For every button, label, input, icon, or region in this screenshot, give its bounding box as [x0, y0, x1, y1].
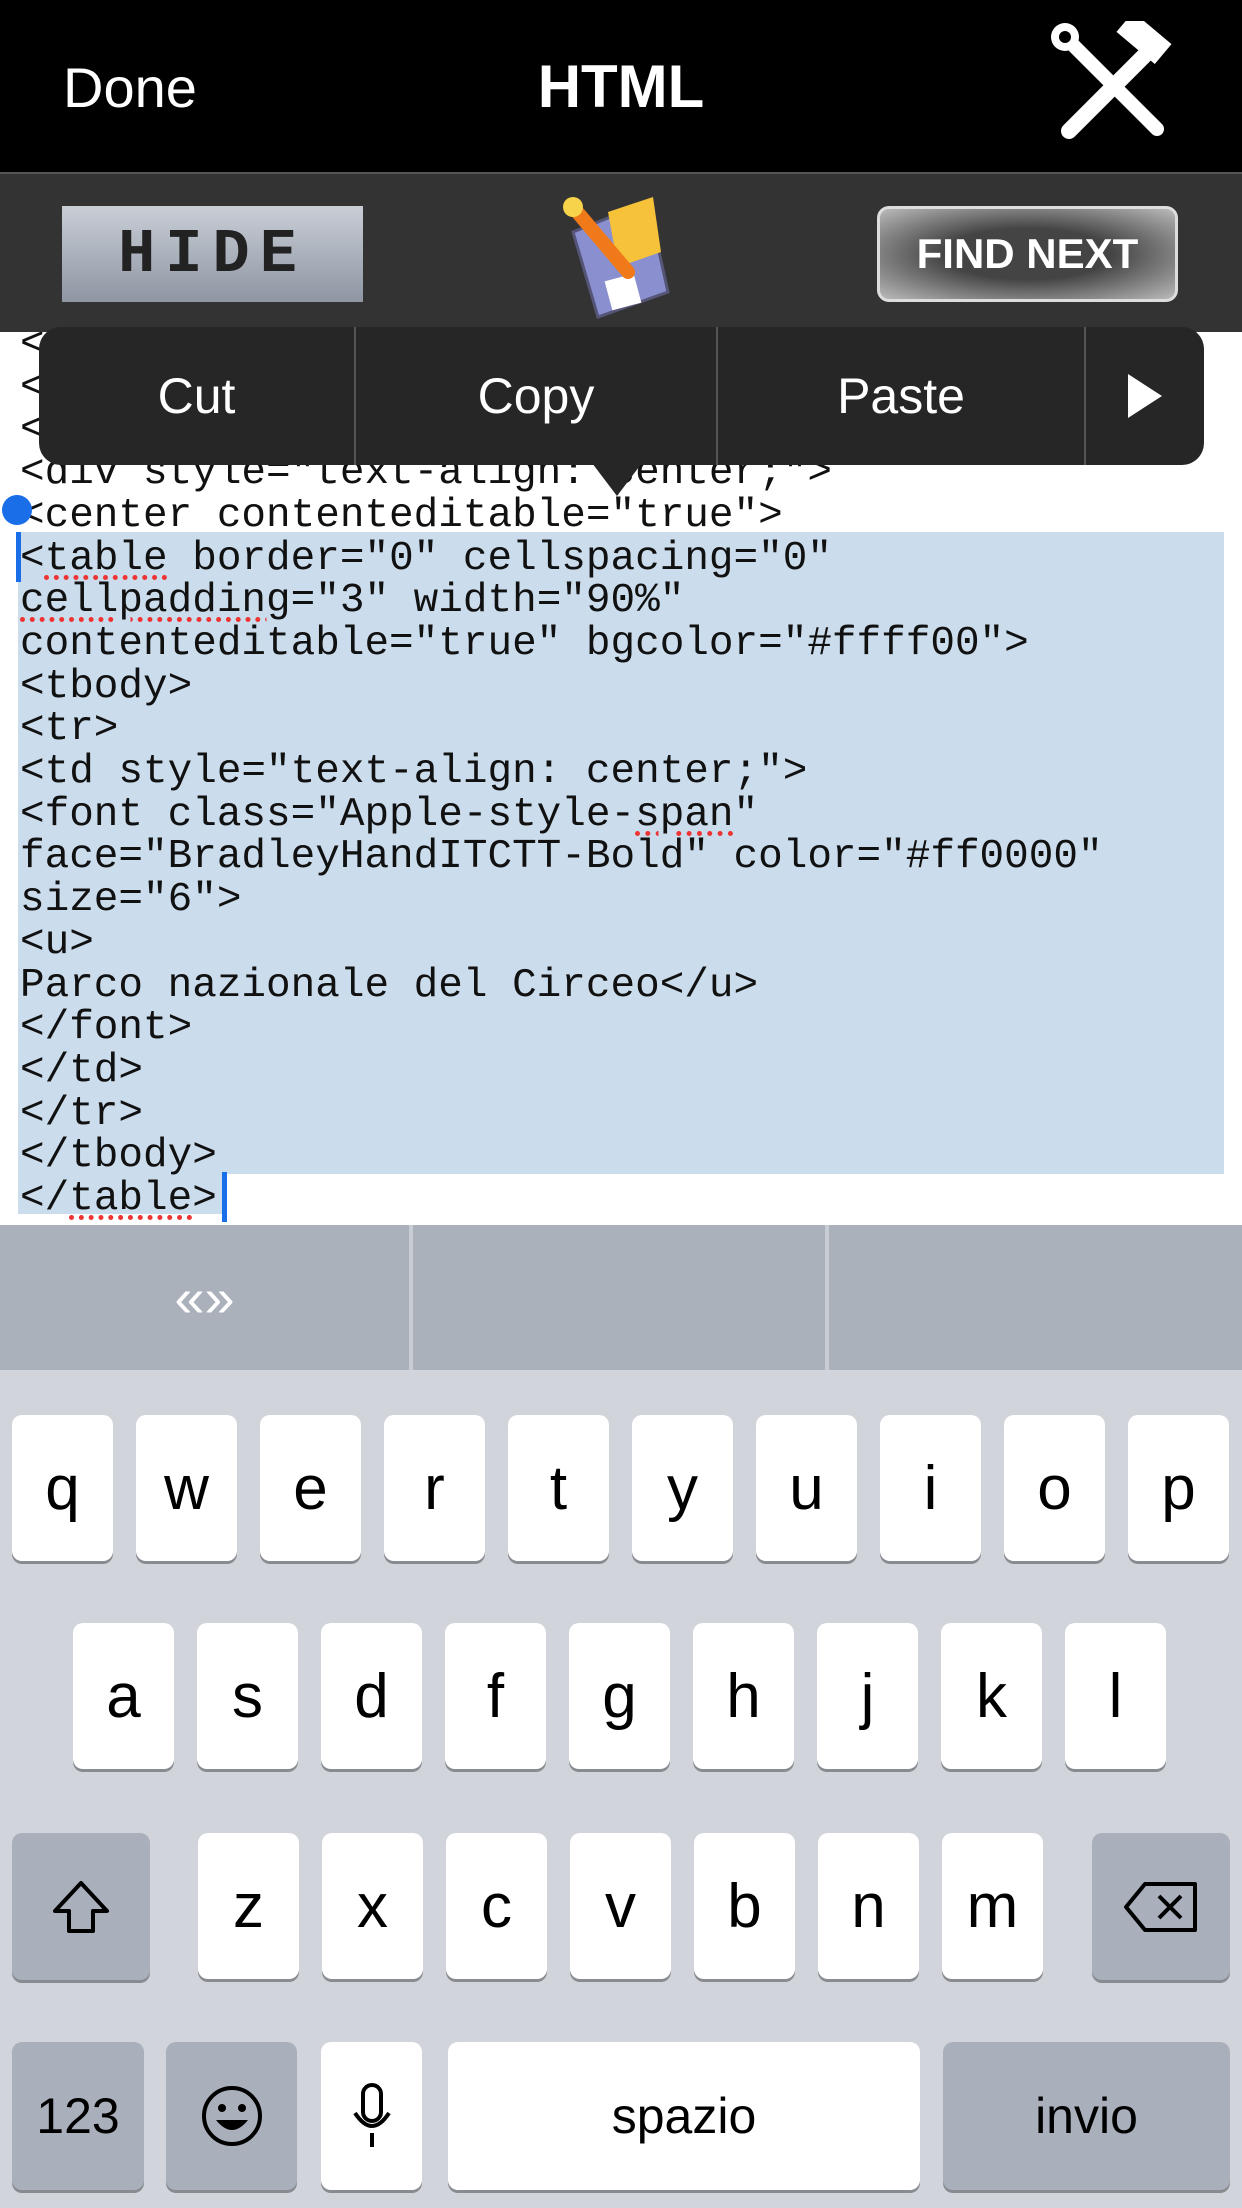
key-x[interactable]: x: [322, 1833, 423, 1979]
key-t[interactable]: t: [508, 1415, 609, 1561]
code-text: </: [20, 1176, 70, 1222]
key-v[interactable]: v: [570, 1833, 671, 1979]
hammer-wrench-icon[interactable]: [1049, 21, 1176, 141]
shift-arrow-icon: [53, 1880, 109, 1933]
find-next-button[interactable]: FIND NEXT: [877, 206, 1178, 302]
navigation-bar: Done HTML: [0, 0, 1242, 172]
code-line: </tbody>: [20, 1135, 217, 1178]
code-text: face="BradleyHandITCTT-Bold" color="#ff0…: [20, 834, 1103, 881]
edit-menu: Cut Copy Paste: [39, 327, 1204, 465]
code-text: </tr>: [20, 1090, 144, 1137]
toolbar: HIDE FIND NEXT: [0, 172, 1242, 332]
code-text: Parco nazionale del Circeo</u>: [20, 962, 759, 1009]
hide-keyboard-button[interactable]: HIDE: [62, 206, 363, 302]
backspace-icon: [1124, 1881, 1197, 1932]
key-z[interactable]: z: [198, 1833, 299, 1979]
more-menu-item[interactable]: [1086, 327, 1204, 465]
shift-key[interactable]: [12, 1833, 150, 1980]
right-triangle-icon: [1128, 374, 1162, 418]
code-line: cellpadding="3" width="90%": [20, 580, 684, 623]
copy-menu-item[interactable]: Copy: [356, 327, 718, 465]
key-h[interactable]: h: [693, 1623, 794, 1769]
key-r[interactable]: r: [384, 1415, 485, 1561]
code-line: <center contenteditable="true">: [20, 492, 783, 539]
code-text: <u>: [20, 919, 94, 966]
key-j[interactable]: j: [817, 1623, 918, 1769]
misspelled-word: table: [69, 1176, 193, 1222]
key-f[interactable]: f: [445, 1623, 546, 1769]
code-text: </td>: [20, 1047, 144, 1094]
code-text: size="6">: [20, 877, 242, 924]
key-k[interactable]: k: [941, 1623, 1042, 1769]
key-w[interactable]: w: [136, 1415, 237, 1561]
suggestion-bar: «»: [0, 1225, 1242, 1370]
key-y[interactable]: y: [632, 1415, 733, 1561]
key-g[interactable]: g: [569, 1623, 670, 1769]
code-text: border="0" cellspacing="0": [167, 535, 832, 582]
code-line: Parco nazionale del Circeo</u>: [20, 962, 759, 1009]
code-text: <td style="text-align: center;">: [20, 749, 808, 795]
emoji-key[interactable]: [166, 2042, 297, 2190]
key-d[interactable]: d: [321, 1623, 422, 1769]
code-text: <tbody>: [20, 663, 193, 710]
emoji-smiley-icon: [201, 2086, 262, 2146]
key-l[interactable]: l: [1065, 1623, 1166, 1769]
selection-start-handle[interactable]: [2, 495, 32, 525]
key-e[interactable]: e: [260, 1415, 361, 1561]
code-line: </table>: [20, 1178, 217, 1221]
code-text: ="3" width="90%": [290, 578, 685, 625]
menu-pointer: [592, 463, 642, 496]
selection-start-caret[interactable]: [16, 532, 21, 582]
code-line: <u>: [20, 919, 94, 966]
save-disk-icon[interactable]: [553, 192, 676, 319]
code-line: <font class="Apple-style-span": [20, 791, 759, 838]
microphone-icon: [352, 2083, 391, 2147]
misspelled-word: table: [44, 535, 168, 582]
code-text: ": [733, 791, 759, 838]
key-n[interactable]: n: [818, 1833, 919, 1979]
code-line: <tr>: [20, 708, 118, 751]
backspace-key[interactable]: [1092, 1833, 1230, 1980]
code-text: <center contenteditable="true">: [20, 492, 783, 539]
key-p[interactable]: p: [1128, 1415, 1229, 1561]
selection-end-caret[interactable]: [222, 1172, 227, 1222]
key-u[interactable]: u: [756, 1415, 857, 1561]
key-a[interactable]: a: [73, 1623, 174, 1769]
misspelled-word: span: [635, 791, 734, 838]
code-line: <td style="text-align: center;">: [20, 751, 807, 794]
suggestion-1[interactable]: «»: [0, 1225, 413, 1370]
key-q[interactable]: q: [12, 1415, 113, 1561]
code-line: <tbody>: [20, 663, 193, 710]
code-line: size="6">: [20, 879, 241, 922]
suggestion-2[interactable]: [413, 1225, 829, 1370]
code-text: <tr>: [20, 706, 119, 753]
keyboard: qwertyuiop asdfghjkl zxcvbnm 123 spazio in…: [0, 1370, 1242, 2208]
code-text: <font class="Apple-style-: [20, 791, 636, 838]
space-key[interactable]: spazio: [448, 2042, 920, 2190]
code-line: contenteditable="true" bgcolor="#ffff00"…: [20, 620, 1029, 667]
misspelled-word: cellpadding: [20, 578, 291, 625]
code-line: </font>: [20, 1007, 192, 1050]
code-line: <table border="0" cellspacing="0": [20, 535, 832, 582]
code-line: face="BradleyHandITCTT-Bold" color="#ff0…: [20, 836, 1103, 879]
numbers-key[interactable]: 123: [12, 2042, 144, 2190]
code-text: >: [192, 1176, 217, 1222]
code-text: <: [20, 535, 45, 582]
code-text: </tbody>: [20, 1133, 217, 1180]
key-c[interactable]: c: [446, 1833, 547, 1979]
cut-menu-item[interactable]: Cut: [39, 327, 356, 465]
key-m[interactable]: m: [942, 1833, 1043, 1979]
code-text: </font>: [20, 1005, 193, 1052]
suggestion-3[interactable]: [829, 1225, 1242, 1370]
return-key[interactable]: invio: [943, 2042, 1230, 2190]
code-text: contenteditable="true" bgcolor="#ffff00"…: [20, 620, 1029, 667]
key-i[interactable]: i: [880, 1415, 981, 1561]
code-line: </tr>: [20, 1090, 144, 1137]
microphone-key[interactable]: [321, 2042, 422, 2190]
paste-menu-item[interactable]: Paste: [718, 327, 1086, 465]
code-line: </td>: [20, 1047, 144, 1094]
key-o[interactable]: o: [1004, 1415, 1105, 1561]
key-b[interactable]: b: [694, 1833, 795, 1979]
key-s[interactable]: s: [197, 1623, 298, 1769]
